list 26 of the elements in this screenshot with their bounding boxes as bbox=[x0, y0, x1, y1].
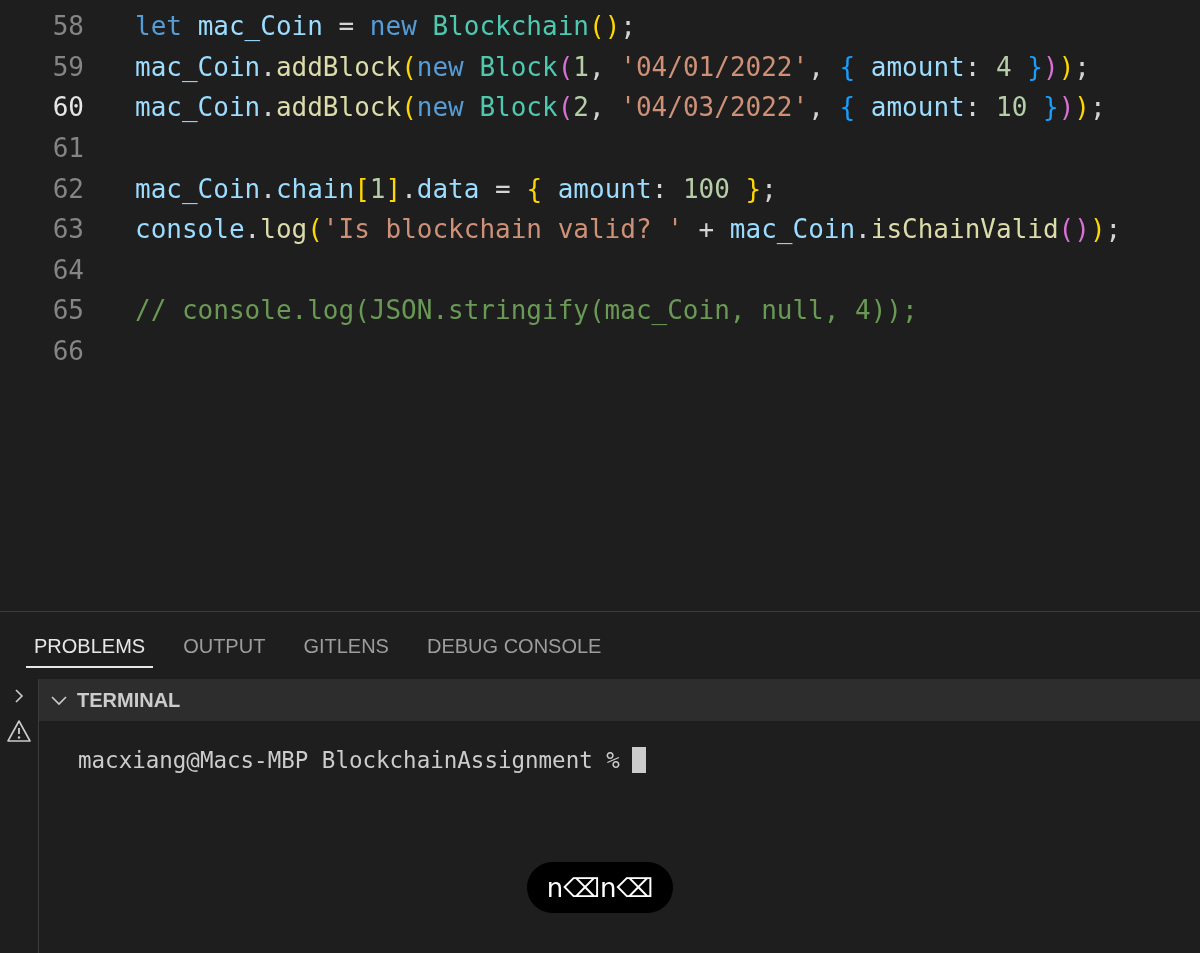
code-line: console.log('Is blockchain valid? ' + mac_Coin.isChainValid()); bbox=[135, 214, 1122, 245]
panel-tab[interactable]: GITLENS bbox=[295, 623, 397, 668]
line-number: 61 bbox=[51, 133, 84, 164]
line-number: 59 bbox=[51, 51, 84, 82]
line-number: 60 bbox=[51, 92, 84, 123]
code-line: mac_Coin.addBlock(new Block(1, '04/01/2022', { amount: 4 })); bbox=[135, 51, 1090, 82]
line-number: 65 bbox=[51, 295, 84, 326]
keystroke-overlay: n⌫n⌫ bbox=[527, 862, 673, 913]
line-number: 66 bbox=[51, 336, 84, 367]
terminal-cursor bbox=[631, 747, 646, 773]
warning-icon[interactable] bbox=[6, 719, 32, 743]
line-number: 64 bbox=[51, 254, 84, 285]
line-number: 63 bbox=[51, 214, 84, 245]
line-number: 62 bbox=[51, 173, 84, 204]
code-line: mac_Coin.addBlock(new Block(2, '04/03/2022', { amount: 10 })); bbox=[135, 92, 1106, 123]
chevron-right-icon[interactable] bbox=[12, 687, 26, 705]
terminal-prompt: macxiang@Macs-MBP BlockchainAssignment % bbox=[78, 747, 620, 773]
terminal-header[interactable]: TERMINAL bbox=[39, 679, 1200, 721]
panel-tab[interactable]: DEBUG CONSOLE bbox=[418, 623, 610, 668]
panel-tab[interactable]: PROBLEMS bbox=[26, 623, 154, 668]
code-line: // console.log(JSON.stringify(mac_Coin, null, 4)); bbox=[135, 295, 918, 326]
terminal-title: TERMINAL bbox=[77, 688, 181, 712]
line-number: 58 bbox=[51, 11, 84, 42]
panel-tab[interactable]: OUTPUT bbox=[175, 623, 274, 668]
code-line: mac_Coin.chain[1].data = { amount: 100 }; bbox=[135, 173, 777, 204]
code-line: let mac_Coin = new Blockchain(); bbox=[135, 11, 636, 42]
